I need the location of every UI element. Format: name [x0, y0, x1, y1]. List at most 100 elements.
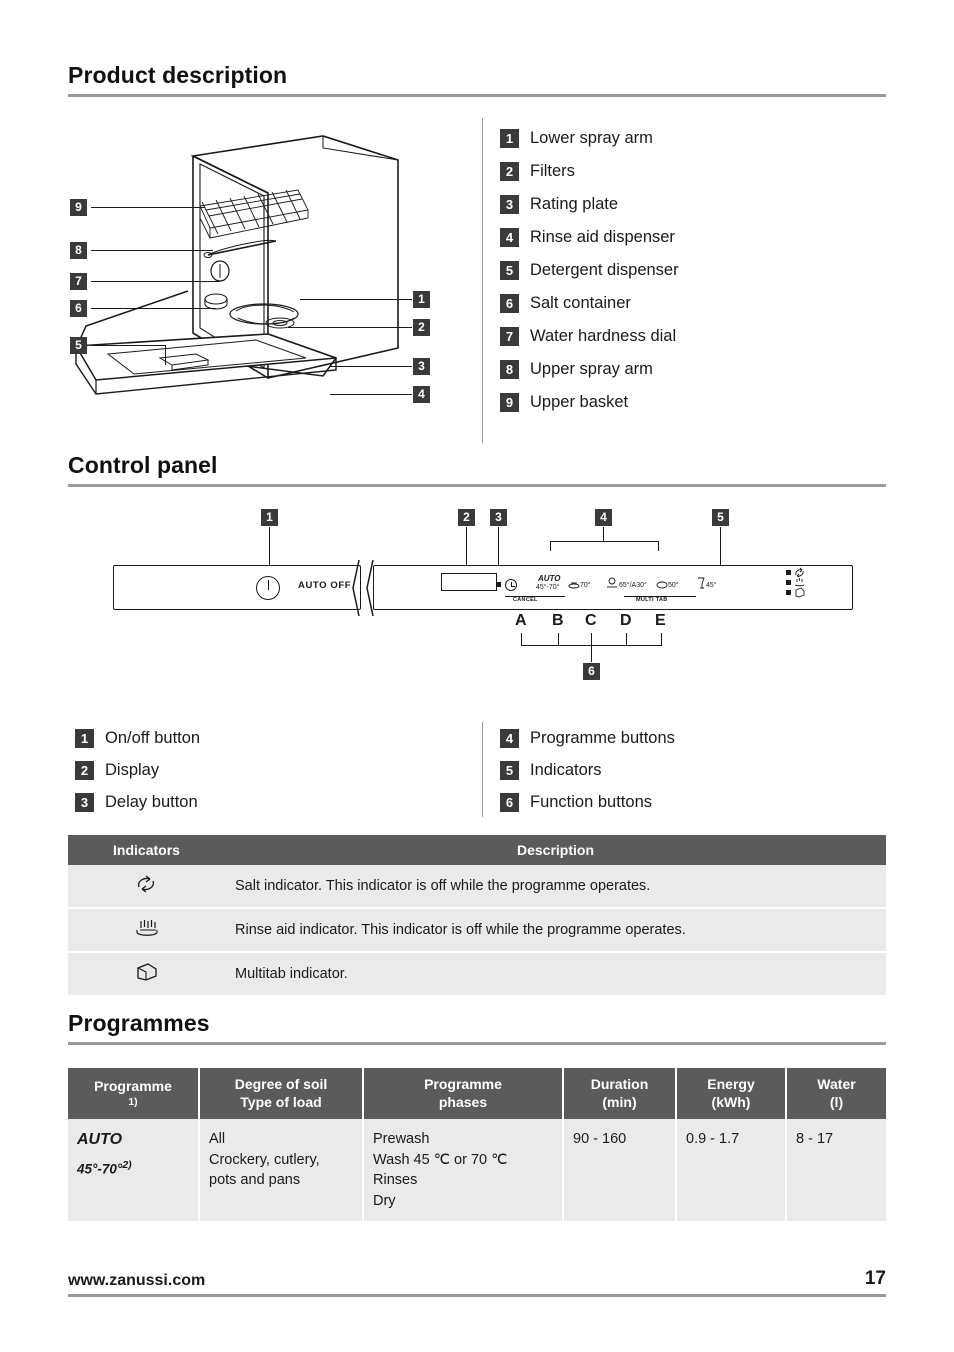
legend-label: Display	[105, 760, 160, 779]
legend-item: 1 Lower spray arm	[500, 122, 900, 155]
table-row: Rinse aid indicator. This indicator is o…	[68, 908, 886, 953]
legend-label: Rating plate	[530, 195, 619, 213]
header-line-2: (kWh)	[711, 1093, 751, 1110]
letter-C: C	[585, 612, 597, 629]
callout-2: 2	[413, 318, 430, 336]
section-control-panel: Control panel	[68, 452, 886, 487]
bracket-tick	[661, 633, 662, 645]
section-title-control-panel: Control panel	[68, 452, 218, 478]
control-panel-legend-left: 1 On/off button 2 Display 3 Delay button	[75, 722, 405, 818]
leader-line	[603, 527, 604, 541]
column-divider	[482, 722, 483, 817]
legend-item: 2 Filters	[500, 155, 900, 188]
on-off-button[interactable]	[256, 576, 280, 600]
legend-item: 7 Water hardness dial	[500, 320, 900, 353]
legend-item: 5 Indicators	[500, 754, 880, 786]
delay-button[interactable]	[505, 579, 517, 591]
callout-6: 6	[70, 299, 87, 317]
legend-number: 6	[500, 792, 519, 812]
leader-line	[330, 366, 412, 367]
legend-item: 4 Programme buttons	[500, 722, 880, 754]
auto-off-label: AUTO OFF	[298, 580, 352, 591]
cp-callout-5: 5	[712, 508, 729, 526]
bracket-tick	[658, 541, 659, 551]
indicator-square	[786, 570, 791, 575]
leader-line	[91, 207, 205, 208]
legend-item: 3 Delay button	[75, 786, 405, 818]
callout-4: 4	[413, 385, 430, 403]
indicators-table: Indicators Description Salt indicator. T…	[68, 835, 886, 997]
callout-1: 1	[413, 290, 430, 308]
indicator-description: Multitab indicator.	[225, 952, 886, 997]
programme-50-label: 50°	[668, 582, 679, 589]
phase-line: Wash 45 ℃ or 70 ℃	[373, 1151, 508, 1168]
header-line-2: (min)	[602, 1093, 637, 1110]
callout-3: 3	[413, 357, 430, 375]
cp-callout-2: 2	[458, 508, 475, 526]
section-product-description: Product description	[68, 62, 886, 97]
legend-label: Function buttons	[530, 792, 652, 811]
legend-item: 3 Rating plate	[500, 188, 900, 221]
legend-label: Delay button	[105, 792, 198, 811]
cell-phases: Prewash Wash 45 ℃ or 70 ℃ Rinses Dry	[363, 1119, 564, 1222]
soil-line: All	[209, 1131, 226, 1147]
legend-label: Indicators	[530, 760, 602, 779]
rinse-aid-indicator-icon	[135, 920, 158, 936]
indicator-description: Salt indicator. This indicator is off wh…	[225, 865, 886, 909]
header-line-1: Programme	[94, 1078, 172, 1095]
manual-page: Product description 9 8 7 6 5 1 2 3 4 1 …	[0, 0, 954, 1352]
programme-auto-range: 45°-70°	[536, 584, 560, 591]
callout-5: 5	[70, 336, 87, 354]
legend-item: 4 Rinse aid dispenser	[500, 221, 900, 254]
letter-D: D	[620, 612, 632, 629]
legend-item: 2 Display	[75, 754, 405, 786]
bracket-tick	[591, 633, 592, 645]
cp-callout-4: 4	[595, 508, 612, 526]
header-line-2: phases	[438, 1093, 488, 1110]
programme-temperature: 45°-70°	[77, 1161, 123, 1177]
header-line-2: (l)	[829, 1093, 844, 1110]
section-title-product-description: Product description	[68, 62, 288, 88]
indicator-icon-cell	[68, 865, 225, 909]
legend-number: 2	[500, 162, 519, 181]
cp-callout-3: 3	[490, 508, 507, 526]
salt-indicator-icon	[137, 875, 154, 893]
legend-item: 6 Function buttons	[500, 786, 880, 818]
divider	[68, 484, 886, 487]
letter-B: B	[552, 612, 564, 629]
control-panel-diagram: 1 2 3 4 5 AUTO OFF AUTO 45°-70° 70° 65°/…	[68, 500, 886, 700]
legend-number: 7	[500, 327, 519, 346]
pot-icon	[607, 577, 617, 588]
legend-number: 9	[500, 393, 519, 412]
leader-line	[269, 527, 270, 565]
legend-label: Rinse aid dispenser	[530, 228, 675, 246]
legend-number: 1	[75, 728, 94, 748]
legend-item: 5 Detergent dispenser	[500, 254, 900, 287]
header-line-2: Type of load	[240, 1093, 322, 1110]
cp-callout-1: 1	[261, 508, 278, 526]
multitab-label: MULTI TAB	[636, 597, 668, 603]
phase-line: Dry	[373, 1192, 396, 1209]
callout-7: 7	[70, 272, 87, 290]
programme-65a30-label: 65°/A30°	[619, 582, 647, 589]
leader-line	[288, 327, 412, 328]
cell-programme: AUTO 45°-70°2)	[68, 1119, 200, 1222]
table-row: Salt indicator. This indicator is off wh…	[68, 865, 886, 909]
page-footer: www.zanussi.com 17	[68, 1268, 886, 1297]
programme-70-label: 70°	[580, 582, 591, 589]
legend-item: 9 Upper basket	[500, 386, 900, 419]
column-header-energy: Energy (kWh)	[676, 1068, 787, 1119]
programmes-table: Programme 1) Degree of soil Type of load…	[68, 1068, 886, 1222]
phase-line: Rinses	[373, 1172, 418, 1189]
letter-E: E	[655, 612, 666, 629]
indicator-icon-cell	[68, 908, 225, 953]
legend-number: 8	[500, 360, 519, 379]
legend-label: On/off button	[105, 728, 201, 747]
programme-auto-label: AUTO	[538, 574, 561, 583]
leader-line	[91, 308, 216, 309]
bracket-line	[505, 596, 565, 597]
leader-line	[91, 250, 213, 251]
indicator-description: Rinse aid indicator. This indicator is o…	[225, 908, 886, 953]
soil-line: pots and pans	[209, 1172, 301, 1189]
legend-number: 3	[500, 195, 519, 214]
